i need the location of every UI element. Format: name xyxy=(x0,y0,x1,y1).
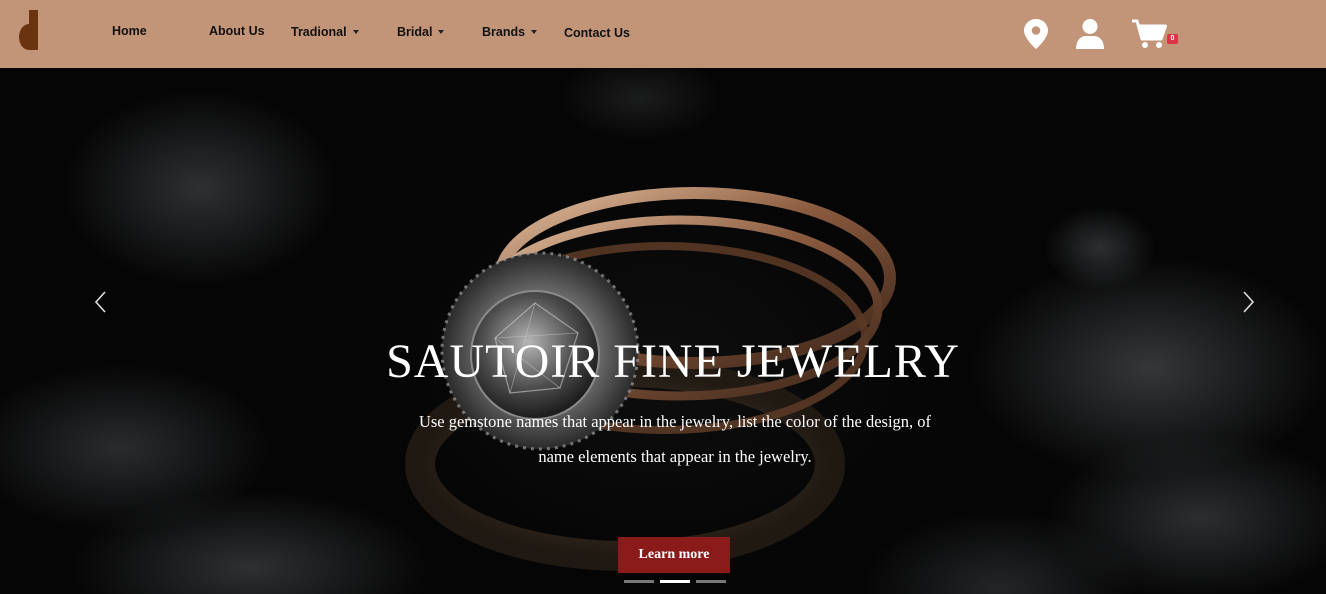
carousel-prev-button[interactable] xyxy=(91,290,111,314)
nav-brands-dropdown[interactable]: Brands xyxy=(482,25,538,39)
cart-count-badge: 0 xyxy=(1167,34,1178,44)
location-pin-icon[interactable] xyxy=(1024,19,1048,49)
learn-more-button[interactable]: Learn more xyxy=(618,537,730,573)
user-icon[interactable] xyxy=(1076,19,1104,49)
brand-logo[interactable] xyxy=(10,10,40,52)
carousel-indicator-2[interactable] xyxy=(660,580,690,583)
hero-subtitle-line-2: name elements that appear in the jewelry… xyxy=(538,447,812,466)
ring-hero-image xyxy=(405,187,896,571)
nav-contact-us[interactable]: Contact Us xyxy=(564,26,630,40)
caret-down-icon xyxy=(438,30,445,34)
caret-down-icon xyxy=(531,30,538,34)
cart-icon[interactable] xyxy=(1132,19,1168,49)
carousel-indicator-3[interactable] xyxy=(696,580,726,583)
caret-down-icon xyxy=(352,30,359,34)
hero-subtitle-line-1: Use gemstone names that appear in the je… xyxy=(418,412,932,431)
navbar: Home About Us Tradional Bridal Brands Co… xyxy=(0,0,1326,68)
nav-about-us[interactable]: About Us xyxy=(209,24,265,38)
nav-home[interactable]: Home xyxy=(112,24,147,38)
hero-carousel xyxy=(0,68,1326,594)
nav-bridal-dropdown[interactable]: Bridal xyxy=(397,25,445,39)
carousel-indicator-1[interactable] xyxy=(624,580,654,583)
hero-title: SAUTOIR FINE JEWELRY xyxy=(386,335,960,388)
carousel-next-button[interactable] xyxy=(1238,290,1258,314)
hero-subtitle: Use gemstone names that appear in the je… xyxy=(390,404,960,474)
nav-tradional-dropdown[interactable]: Tradional xyxy=(291,25,359,39)
